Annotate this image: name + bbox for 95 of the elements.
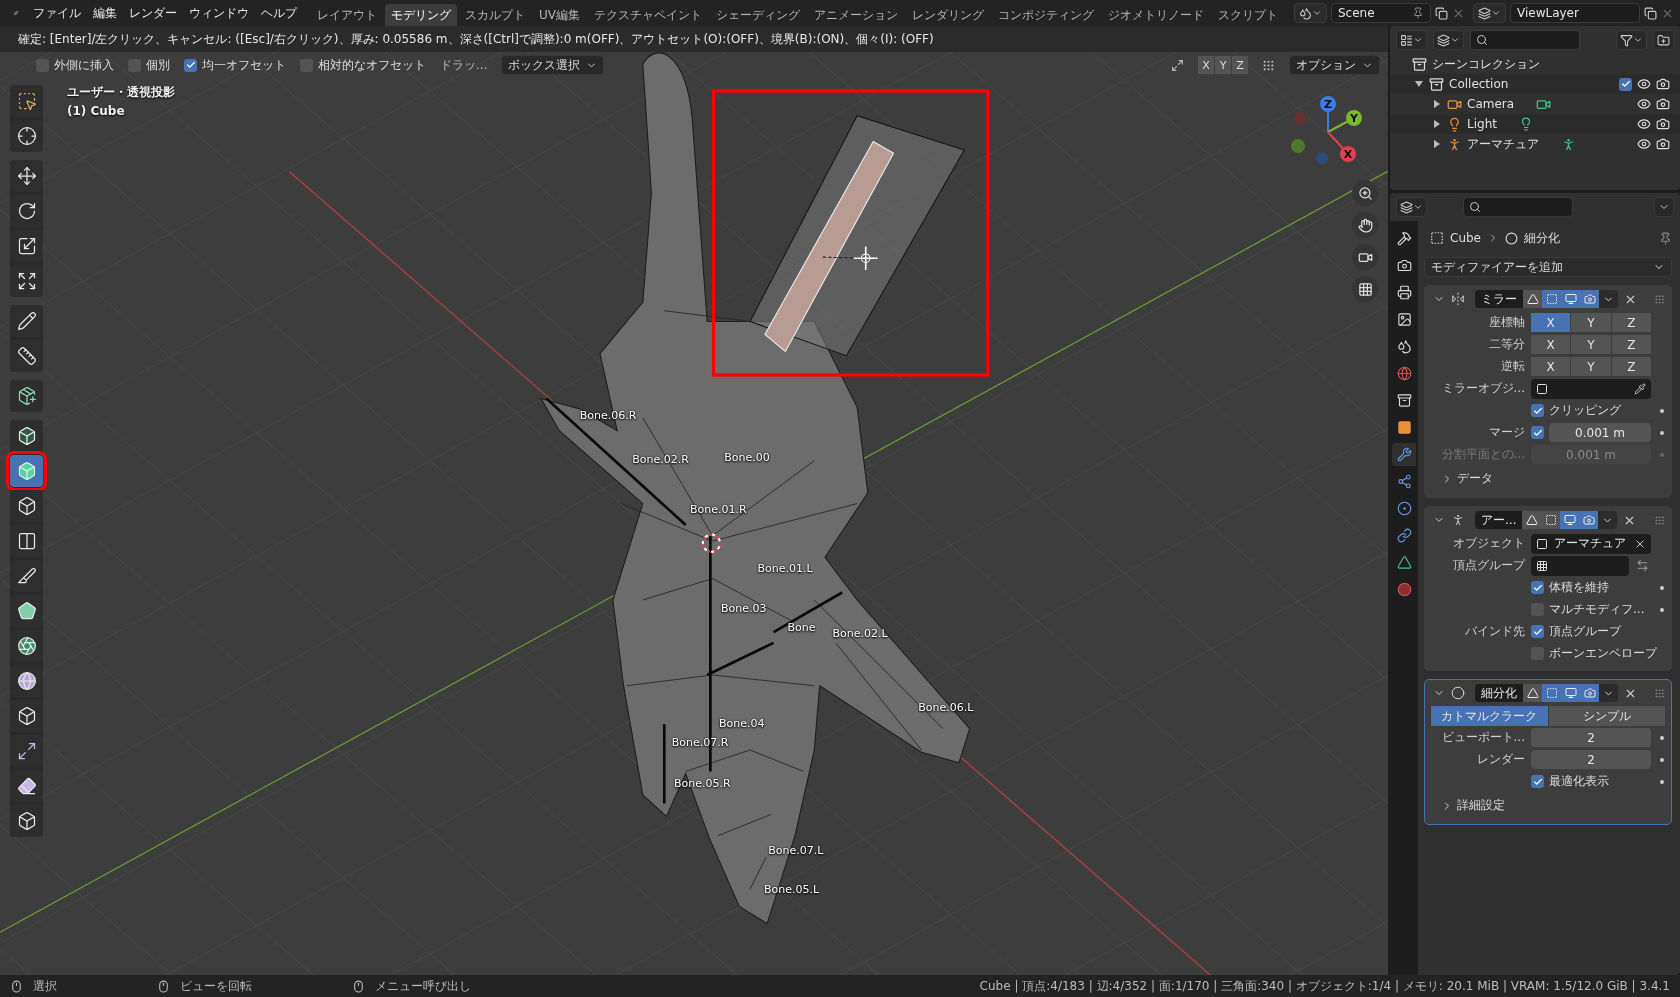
scene-stats: Cube | 頂点:4/183 | 辺:4/352 | 面:1/170 | 三角面:340 | オブジェクト:1/4 | メモリ: 20.1 MiB | VRAM: 1.5/12.0 GiB | 3.4.1 xyxy=(979,977,1670,995)
axis-toggle[interactable]: Z xyxy=(1611,357,1651,376)
outliner-item[interactable]: シーンコレクション xyxy=(1432,55,1540,73)
bone-label: Bone xyxy=(787,620,816,634)
bone-label: Bone.07.L xyxy=(768,843,824,857)
drag-label: ドラッ... xyxy=(440,56,488,74)
checkbox-label: ボーンエンベロープ xyxy=(1549,645,1657,662)
workspace-tab[interactable]: シェーディング xyxy=(710,4,806,26)
workspace-tab[interactable]: コンポジティング xyxy=(992,4,1100,26)
bone-label: Bone.02.R xyxy=(632,452,689,466)
workspace-tab[interactable]: モデリング xyxy=(385,4,457,26)
outliner-item[interactable]: Collection xyxy=(1449,77,1509,91)
axis-toggle[interactable]: X xyxy=(1198,56,1214,74)
select-mode-dropdown[interactable]: ボックス選択 xyxy=(501,55,605,75)
menu-item[interactable]: ファイル xyxy=(28,1,87,25)
property-label: マージ xyxy=(1488,424,1525,441)
subpanel-header[interactable]: データ xyxy=(1425,466,1671,491)
bone-label: Bone.02.L xyxy=(832,627,888,641)
menu-item[interactable]: ヘルプ xyxy=(256,1,303,25)
breadcrumb-item: 細分化 xyxy=(1524,229,1560,247)
axis-toggle[interactable]: Z xyxy=(1611,313,1651,332)
modifier-name-field[interactable]: 細分化 xyxy=(1475,684,1523,702)
checkbox-label: 相対的なオフセット xyxy=(318,56,426,74)
property-label: 頂点グループ xyxy=(1452,557,1525,574)
view-layer-field[interactable]: ViewLayer xyxy=(1510,3,1640,23)
checkbox-label: 均一オフセット xyxy=(202,56,286,74)
workspace-tab[interactable]: レイアウト xyxy=(311,4,383,26)
menu-item[interactable]: レンダー xyxy=(124,1,183,25)
bone-label: Bone.06.L xyxy=(918,701,974,715)
object-field[interactable]: アーマチュア xyxy=(1531,533,1651,554)
axis-handle[interactable]: X xyxy=(1327,131,1356,162)
workspace-tab[interactable]: ジオメトリノード xyxy=(1102,4,1210,26)
bone-label: Bone.04 xyxy=(718,717,765,731)
options-dropdown[interactable]: オプション xyxy=(1289,55,1380,75)
axis-handle[interactable]: Y xyxy=(1327,110,1362,133)
outliner-item[interactable]: Camera xyxy=(1467,97,1515,111)
checkbox-label: 体積を維持 xyxy=(1549,579,1609,596)
axis-toggle[interactable]: X xyxy=(1531,335,1571,354)
number-field[interactable]: 0.001 m xyxy=(1549,423,1651,442)
property-label: 逆転 xyxy=(1500,358,1525,375)
axis-toggle[interactable]: Y xyxy=(1571,335,1611,354)
property-label: 座標軸 xyxy=(1488,314,1525,331)
axis-toggle[interactable]: X xyxy=(1531,357,1571,376)
axis-toggle[interactable]: Z xyxy=(1611,335,1651,354)
property-label: ビューポート... xyxy=(1440,729,1525,746)
status-hint: 選択 xyxy=(33,977,57,995)
add-modifier-dropdown[interactable]: モディファイアーを追加 xyxy=(1424,257,1672,277)
axis-toggle[interactable]: Y xyxy=(1571,357,1611,376)
property-label: レンダー xyxy=(1476,751,1525,768)
mode-toggle[interactable]: シンプル xyxy=(1548,706,1665,726)
status-hint: ビューを回転 xyxy=(180,977,252,995)
checkbox-label: 外側に挿入 xyxy=(54,56,114,74)
menu-item[interactable]: 編集 xyxy=(88,1,123,25)
checkbox-label: 最適化表示 xyxy=(1549,773,1609,790)
number-field[interactable]: 2 xyxy=(1531,750,1651,769)
workspace-tab[interactable]: テクスチャペイント xyxy=(588,4,708,26)
operator-hint: 確定: [Enter]/左クリック、キャンセル: ([Esc]/右クリック)、厚み: 0.05586 m、深さ([Ctrl]で調整):0 m(OFF)、アウトセット(O):(OFF)、境界(B):(ON)、個々(I): (OFF) xyxy=(18,30,934,48)
property-label: オブジェクト xyxy=(1452,535,1525,552)
axis-handle[interactable]: Z xyxy=(1320,96,1336,133)
scene-field[interactable]: Scene xyxy=(1331,3,1431,23)
bone-label: Bone.01.R xyxy=(690,503,747,517)
bone-label: Bone.05.R xyxy=(673,777,731,791)
bone-label: Bone.03 xyxy=(721,601,767,615)
workspace-tab[interactable]: スカルプト xyxy=(459,4,531,26)
checkbox-label: クリッピング xyxy=(1549,402,1621,419)
breadcrumb-item: Cube xyxy=(1450,231,1481,245)
menu-item[interactable]: ウィンドウ xyxy=(184,1,255,25)
workspace-tab[interactable]: スクリプト xyxy=(1212,4,1284,26)
outliner-item[interactable]: アーマチュア xyxy=(1467,135,1539,153)
workspace-tab[interactable]: UV編集 xyxy=(533,4,586,26)
workspace-tab[interactable]: レンダリング xyxy=(906,4,990,26)
outliner-item[interactable]: Light xyxy=(1467,117,1497,131)
axis-toggle[interactable]: X xyxy=(1531,313,1571,332)
bone-label: Bone.05.L xyxy=(763,883,820,897)
object-name: (1) Cube xyxy=(67,104,126,118)
property-label: 二等分 xyxy=(1488,336,1525,353)
bone-label: Bone.06.R xyxy=(579,408,637,422)
axis-toggle[interactable]: Z xyxy=(1232,56,1248,74)
view-name: ユーザー・透視投影 xyxy=(67,84,175,101)
modifier-name-field[interactable]: アー... xyxy=(1475,511,1523,529)
checkbox-label: マルチモディフ... xyxy=(1549,601,1645,618)
bone-label: Bone.01.L xyxy=(757,562,813,575)
subpanel-header[interactable]: 詳細設定 xyxy=(1425,793,1671,818)
number-field[interactable]: 2 xyxy=(1531,728,1651,747)
property-label: ミラーオブジ... xyxy=(1440,380,1525,397)
workspace-tab[interactable]: アニメーション xyxy=(808,4,904,26)
axis-toggle[interactable]: Y xyxy=(1215,56,1231,74)
property-label: バインド先 xyxy=(1464,623,1525,640)
modifier-name-field[interactable]: ミラー xyxy=(1475,290,1523,308)
bone-label: Bone.00 xyxy=(724,450,770,464)
status-hint: メニュー呼び出し xyxy=(375,977,471,995)
checkbox-label: 個別 xyxy=(146,56,170,74)
checkbox-label: 頂点グループ xyxy=(1549,623,1621,640)
mode-toggle[interactable]: カトマルクラーク xyxy=(1431,706,1548,726)
axis-toggle[interactable]: Y xyxy=(1571,313,1611,332)
